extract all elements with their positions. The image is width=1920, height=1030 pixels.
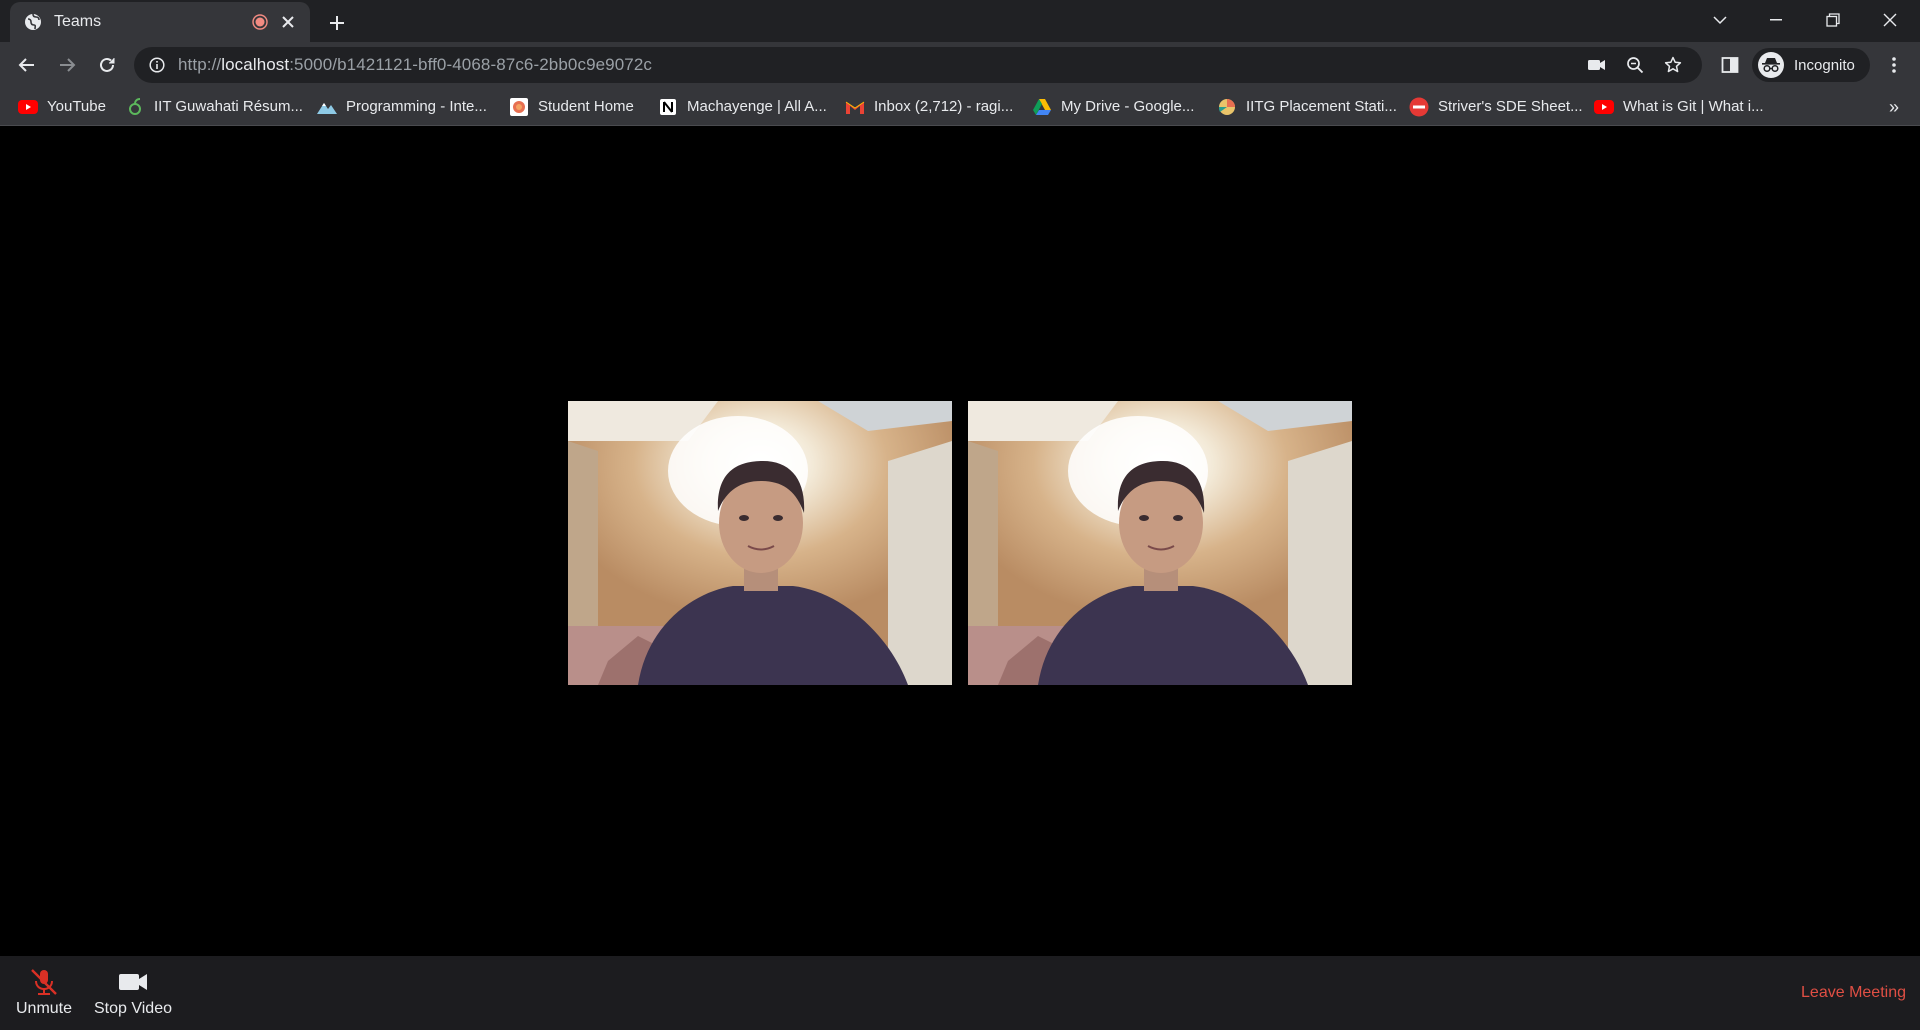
bookmark-label: Machayenge | All A... <box>687 98 827 115</box>
bookmark-label: What is Git | What i... <box>1623 98 1764 115</box>
incognito-icon <box>1758 52 1784 78</box>
bookmark-label: IITG Placement Stati... <box>1246 98 1397 115</box>
bookmark-star-icon[interactable] <box>1656 50 1690 80</box>
bookmark-label: Programming - Inte... <box>346 98 487 115</box>
participant-video-frame <box>568 401 952 685</box>
bookmark-youtube[interactable]: YouTube <box>18 88 106 125</box>
close-window-icon[interactable] <box>1870 6 1910 34</box>
mountain-icon <box>317 97 337 117</box>
bookmark-label: My Drive - Google... <box>1061 98 1195 115</box>
video-camera-icon <box>117 968 149 996</box>
notion-icon <box>658 97 678 117</box>
more-menu-icon[interactable] <box>1878 49 1910 81</box>
recording-indicator-icon <box>252 14 268 30</box>
bookmark-label: Student Home <box>538 98 634 115</box>
tab-search-icon[interactable] <box>1700 6 1740 34</box>
back-arrow-icon[interactable] <box>11 49 43 81</box>
bookmark-student-home[interactable]: Student Home <box>509 88 634 125</box>
bookmark-label: Striver's SDE Sheet... <box>1438 98 1583 115</box>
bookmark-iitg-placement[interactable]: IITG Placement Stati... <box>1217 88 1397 125</box>
stop-video-label: Stop Video <box>94 1000 172 1017</box>
bookmark-inbox[interactable]: Inbox (2,712) - ragi... <box>845 88 1013 125</box>
bookmark-what-is-git[interactable]: What is Git | What i... <box>1594 88 1764 125</box>
url-scheme: http:// <box>178 55 222 74</box>
youtube-icon <box>18 97 38 117</box>
zoom-out-icon[interactable] <box>1618 50 1652 80</box>
address-bar[interactable]: http://localhost:5000/b1421121-bff0-4068… <box>134 47 1702 83</box>
unmute-button[interactable]: Unmute <box>16 968 72 1018</box>
minimize-icon[interactable] <box>1756 6 1796 34</box>
participant-video-tile <box>968 401 1352 685</box>
tab-title: Teams <box>54 13 102 30</box>
participant-video-tile <box>568 401 952 685</box>
google-drive-icon <box>1032 97 1052 117</box>
restore-icon[interactable] <box>1813 6 1853 34</box>
youtube-icon <box>1594 97 1614 117</box>
site-info-icon[interactable] <box>148 56 166 74</box>
bookmark-programming[interactable]: Programming - Inte... <box>317 88 487 125</box>
bookmarks-bar: YouTube IIT Guwahati Résum... Programmin… <box>0 88 1920 126</box>
globe-icon <box>24 13 42 31</box>
leave-meeting-button[interactable]: Leave Meeting <box>1801 984 1906 1002</box>
meeting-controls-bar: Unmute Stop Video Leave Meeting <box>0 956 1920 1030</box>
camera-in-use-icon[interactable] <box>1580 50 1614 80</box>
muted-microphone-icon <box>28 968 60 996</box>
url-text: http://localhost:5000/b1421121-bff0-4068… <box>178 55 1576 75</box>
bookmark-label: IIT Guwahati Résum... <box>154 98 303 115</box>
stop-video-button[interactable]: Stop Video <box>94 968 172 1018</box>
bookmark-resume[interactable]: IIT Guwahati Résum... <box>125 88 303 125</box>
unmute-label: Unmute <box>16 1000 73 1017</box>
browser-toolbar: http://localhost:5000/b1421121-bff0-4068… <box>0 42 1920 88</box>
reload-icon[interactable] <box>91 49 123 81</box>
url-host: localhost <box>221 55 290 74</box>
video-grid <box>0 126 1920 956</box>
bookmark-label: Inbox (2,712) - ragi... <box>874 98 1014 115</box>
browser-tab[interactable]: Teams <box>10 2 310 42</box>
bookmark-striver[interactable]: Striver's SDE Sheet... <box>1409 88 1583 125</box>
tuf-icon <box>1409 97 1429 117</box>
participant-video-frame <box>968 401 1352 685</box>
browser-titlebar: Teams <box>0 0 1920 42</box>
url-path: :5000/b1421121-bff0-4068-87c6-2bb0c9e907… <box>289 55 652 74</box>
bookmark-my-drive[interactable]: My Drive - Google... <box>1032 88 1194 125</box>
bookmark-machayenge[interactable]: Machayenge | All A... <box>658 88 827 125</box>
gmail-icon <box>845 97 865 117</box>
placement-icon <box>1217 97 1237 117</box>
bookmark-label: YouTube <box>47 98 106 115</box>
incognito-profile-button[interactable]: Incognito <box>1752 48 1870 82</box>
forward-arrow-icon[interactable] <box>51 49 83 81</box>
student-home-icon <box>509 97 529 117</box>
side-panel-icon[interactable] <box>1714 49 1746 81</box>
more-bookmarks-chevron-icon[interactable]: » <box>1880 93 1908 121</box>
close-tab-icon[interactable] <box>278 12 298 32</box>
new-tab-button[interactable] <box>323 9 351 37</box>
incognito-label: Incognito <box>1794 56 1855 74</box>
resume-icon <box>125 97 145 117</box>
